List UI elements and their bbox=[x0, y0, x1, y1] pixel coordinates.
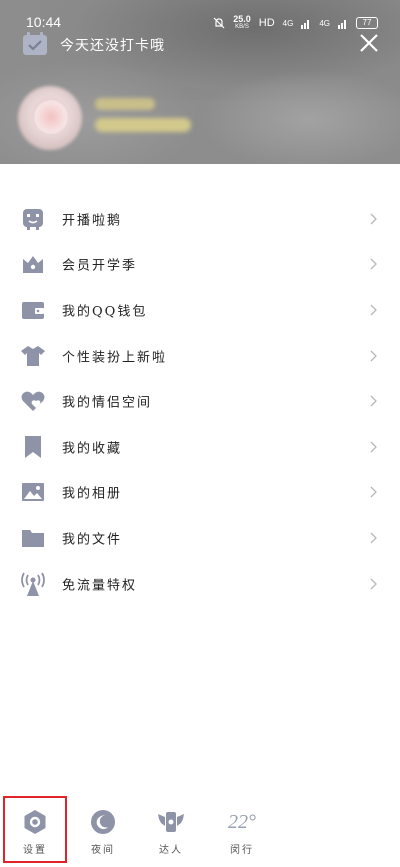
heart-icon bbox=[21, 391, 45, 412]
close-icon[interactable] bbox=[358, 32, 380, 54]
battery-icon: 77 bbox=[356, 17, 378, 29]
night-mode-button[interactable]: 夜间 bbox=[71, 794, 135, 864]
chevron-right-icon bbox=[370, 304, 377, 316]
settings-highlight-box bbox=[3, 796, 67, 863]
menu-item-album[interactable]: 我的相册 bbox=[0, 470, 400, 516]
menu-item-wallet[interactable]: 我的QQ钱包 bbox=[0, 287, 400, 333]
menu-item-label: 开播啦鹅 bbox=[62, 213, 123, 229]
chevron-right-icon bbox=[370, 578, 377, 590]
antenna-icon bbox=[21, 572, 45, 596]
weather-widget[interactable]: 22° 闵行 bbox=[210, 794, 274, 864]
recommend-button[interactable]: 达人 bbox=[139, 794, 203, 864]
drawer-menu: 开播啦鹅 会员开学季 我的QQ钱包 个性装扮上新啦 我的情侣空间 我的收藏 我的… bbox=[0, 196, 400, 606]
crown-icon bbox=[23, 256, 43, 274]
chevron-right-icon bbox=[370, 395, 377, 407]
menu-item-vip[interactable]: 会员开学季 bbox=[0, 242, 400, 288]
vip-badge-blurred bbox=[95, 118, 191, 132]
menu-item-files[interactable]: 我的文件 bbox=[0, 515, 400, 561]
nickname-blurred bbox=[95, 98, 155, 110]
menu-item-favorites[interactable]: 我的收藏 bbox=[0, 424, 400, 470]
menu-item-couple[interactable]: 我的情侣空间 bbox=[0, 378, 400, 424]
menu-item-label: 我的相册 bbox=[62, 486, 123, 502]
menu-item-label: 免流量特权 bbox=[62, 578, 138, 594]
night-mode-label: 夜间 bbox=[91, 845, 115, 856]
status-icons: 25.0 KB/S HD 4G 4G 77 bbox=[213, 15, 378, 31]
net-unit: KB/S bbox=[235, 24, 249, 30]
chevron-right-icon bbox=[370, 258, 377, 270]
menu-item-free-data[interactable]: 免流量特权 bbox=[0, 561, 400, 607]
profile-header: 10:44 25.0 KB/S HD 4G 4G 77 今天还没打卡哦 bbox=[0, 0, 400, 164]
signal-bars-icon bbox=[301, 19, 310, 29]
signal-2: 4G bbox=[319, 18, 330, 28]
mute-bell-icon bbox=[213, 17, 225, 29]
recommend-label: 达人 bbox=[159, 845, 183, 856]
menu-item-label: 会员开学季 bbox=[62, 258, 138, 274]
winged-phone-icon bbox=[158, 812, 184, 832]
chevron-right-icon bbox=[370, 213, 377, 225]
menu-item-label: 个性装扮上新啦 bbox=[62, 350, 168, 366]
status-time: 10:44 bbox=[26, 14, 62, 30]
menu-item-label: 我的情侣空间 bbox=[62, 395, 153, 411]
chevron-right-icon bbox=[370, 486, 377, 498]
wallet-icon bbox=[22, 301, 44, 319]
chevron-right-icon bbox=[370, 350, 377, 362]
menu-item-label: 我的收藏 bbox=[62, 441, 123, 457]
avatar-center bbox=[34, 100, 68, 134]
menu-item-live[interactable]: 开播啦鹅 bbox=[0, 196, 400, 242]
moon-icon bbox=[91, 810, 115, 834]
menu-item-label: 我的QQ钱包 bbox=[62, 304, 148, 320]
calendar-check-icon[interactable] bbox=[22, 32, 48, 56]
shirt-icon bbox=[21, 345, 45, 366]
chevron-right-icon bbox=[370, 441, 377, 453]
hd-badge: HD bbox=[258, 17, 275, 29]
photo-icon bbox=[22, 483, 44, 502]
weather-city: 闵行 bbox=[230, 845, 254, 856]
chevron-right-icon bbox=[370, 532, 377, 544]
signal-bars-icon bbox=[338, 19, 346, 29]
signal-1: 4G bbox=[282, 18, 294, 28]
checkin-prompt[interactable]: 今天还没打卡哦 bbox=[60, 35, 165, 55]
menu-item-theme[interactable]: 个性装扮上新啦 bbox=[0, 333, 400, 379]
folder-icon bbox=[22, 529, 44, 547]
net-speed: 25.0 bbox=[233, 14, 251, 24]
tv-robot-icon bbox=[23, 208, 43, 230]
menu-item-label: 我的文件 bbox=[62, 532, 123, 548]
weather-temperature: 22° bbox=[228, 811, 256, 833]
bookmark-icon bbox=[25, 435, 41, 458]
